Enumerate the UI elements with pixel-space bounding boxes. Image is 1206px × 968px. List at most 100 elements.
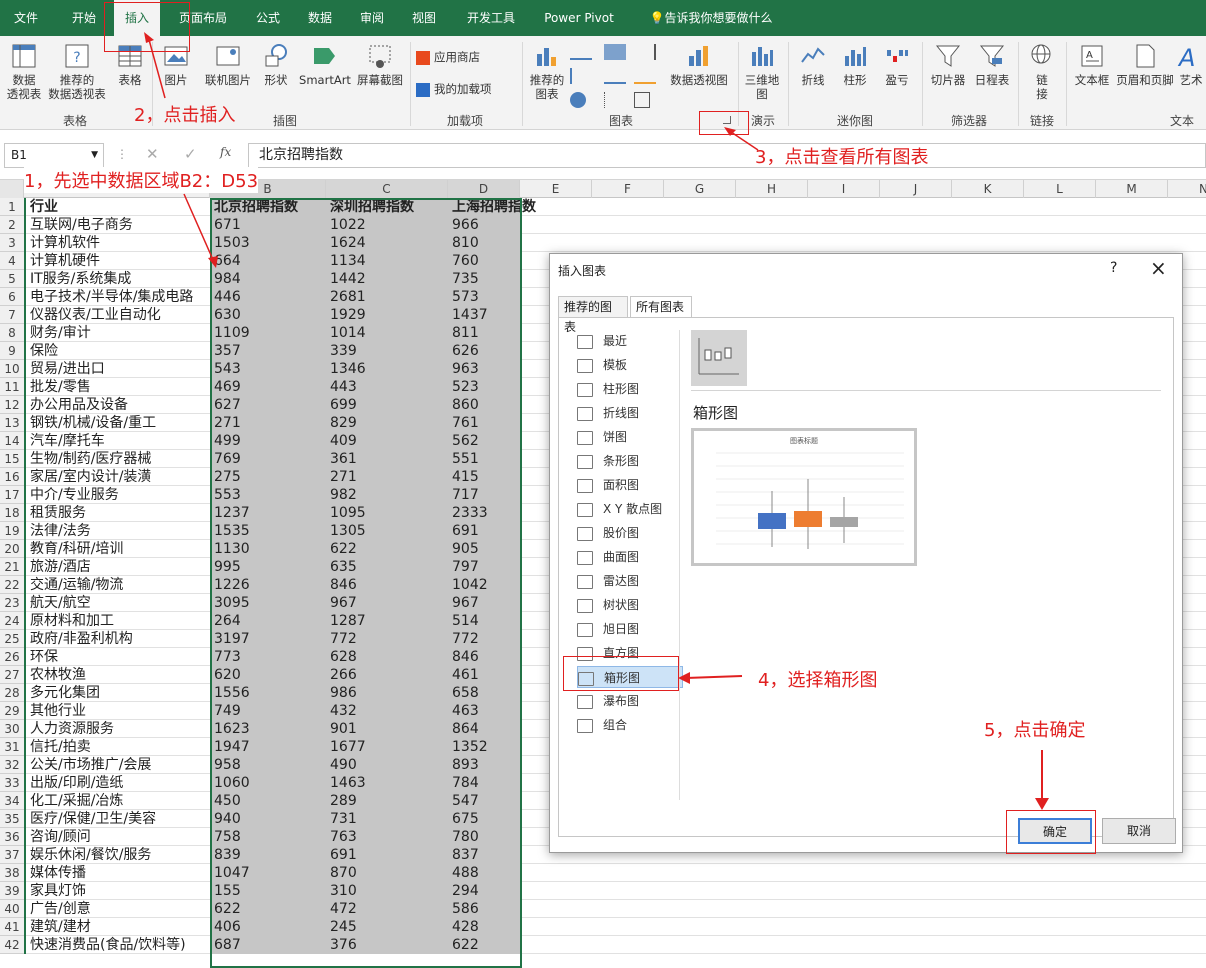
name-box[interactable]: B1 ▼ <box>4 143 104 168</box>
cell[interactable]: 664 <box>210 252 326 270</box>
row-number[interactable]: 20 <box>0 540 24 558</box>
cell[interactable]: 630 <box>210 306 326 324</box>
row-number[interactable]: 34 <box>0 792 24 810</box>
row-number[interactable]: 21 <box>0 558 24 576</box>
cell[interactable]: 办公用品及设备 <box>24 396 210 414</box>
cell[interactable]: 1287 <box>326 612 448 630</box>
row-number[interactable]: 10 <box>0 360 24 378</box>
cell[interactable]: 2333 <box>448 504 520 522</box>
cell[interactable]: 271 <box>210 414 326 432</box>
cell[interactable]: 627 <box>210 396 326 414</box>
row-number[interactable]: 30 <box>0 720 24 738</box>
cell[interactable]: 仪器仪表/工业自动化 <box>24 306 210 324</box>
cancel-icon[interactable]: ✕ <box>146 145 159 163</box>
row-number[interactable]: 40 <box>0 900 24 918</box>
cell[interactable]: 环保 <box>24 648 210 666</box>
scatter-chart-icon[interactable] <box>604 92 626 108</box>
radar-chart-icon[interactable] <box>634 92 650 108</box>
cell[interactable]: 快速消费品(食品/饮料等) <box>24 936 210 954</box>
row-number[interactable]: 31 <box>0 738 24 756</box>
cell[interactable]: 622 <box>326 540 448 558</box>
column-header-e[interactable]: E <box>520 180 592 198</box>
cell[interactable]: 760 <box>448 252 520 270</box>
cell[interactable]: 675 <box>448 810 520 828</box>
pie-chart-icon[interactable] <box>570 92 586 108</box>
column-header-i[interactable]: I <box>808 180 880 198</box>
cell[interactable]: 信托/拍卖 <box>24 738 210 756</box>
cell[interactable]: 1305 <box>326 522 448 540</box>
wordart-button[interactable]: A 艺术 <box>1176 42 1206 87</box>
cell[interactable]: 620 <box>210 666 326 684</box>
cell[interactable]: 中介/专业服务 <box>24 486 210 504</box>
tab-recommended-charts[interactable]: 推荐的图表 <box>558 296 628 334</box>
cell[interactable]: 986 <box>326 684 448 702</box>
cell[interactable]: 155 <box>210 882 326 900</box>
cell[interactable]: 1929 <box>326 306 448 324</box>
cell[interactable]: 763 <box>326 828 448 846</box>
chart-type-surface[interactable]: 曲面图 <box>577 546 683 568</box>
cell[interactable]: 公关/市场推广/会展 <box>24 756 210 774</box>
cell[interactable]: 547 <box>448 792 520 810</box>
cell[interactable]: 2681 <box>326 288 448 306</box>
cell[interactable]: IT服务/系统集成 <box>24 270 210 288</box>
screenshot-button[interactable]: 屏幕截图 <box>354 42 406 87</box>
header-footer-button[interactable]: 页眉和页脚 <box>1114 42 1176 87</box>
cell[interactable]: 490 <box>326 756 448 774</box>
cell[interactable]: 860 <box>448 396 520 414</box>
row-number[interactable]: 15 <box>0 450 24 468</box>
cell[interactable]: 562 <box>448 432 520 450</box>
cell[interactable]: 658 <box>448 684 520 702</box>
cell[interactable]: 266 <box>326 666 448 684</box>
column-header-n[interactable]: N <box>1168 180 1206 198</box>
cell[interactable]: 多元化集团 <box>24 684 210 702</box>
row-number[interactable]: 19 <box>0 522 24 540</box>
cell[interactable]: 航天/航空 <box>24 594 210 612</box>
3d-map-button[interactable]: 三维地 图 <box>740 42 784 101</box>
row-number[interactable]: 26 <box>0 648 24 666</box>
cell[interactable]: 1624 <box>326 234 448 252</box>
cell[interactable]: 409 <box>326 432 448 450</box>
cell[interactable]: 758 <box>210 828 326 846</box>
cell[interactable]: 553 <box>210 486 326 504</box>
cell[interactable]: 1437 <box>448 306 520 324</box>
cell[interactable]: 1352 <box>448 738 520 756</box>
cell[interactable]: 837 <box>448 846 520 864</box>
cell[interactable]: 761 <box>448 414 520 432</box>
chart-type-line[interactable]: 折线图 <box>577 402 683 424</box>
cell[interactable]: 家具灯饰 <box>24 882 210 900</box>
cell[interactable]: 3095 <box>210 594 326 612</box>
cell[interactable]: 514 <box>448 612 520 630</box>
cell[interactable]: 622 <box>448 936 520 954</box>
cell[interactable]: 543 <box>210 360 326 378</box>
cell[interactable]: 691 <box>448 522 520 540</box>
chart-type-templates[interactable]: 模板 <box>577 354 683 376</box>
recommended-charts-button[interactable]: 推荐的 图表 <box>526 42 568 101</box>
chart-type-xy-scatter[interactable]: X Y 散点图 <box>577 498 683 520</box>
cell[interactable]: 982 <box>326 486 448 504</box>
cell[interactable]: 财务/审计 <box>24 324 210 342</box>
cell[interactable]: 1060 <box>210 774 326 792</box>
row-number[interactable]: 8 <box>0 324 24 342</box>
cell[interactable]: 人力资源服务 <box>24 720 210 738</box>
cell[interactable]: 275 <box>210 468 326 486</box>
cell[interactable]: 967 <box>326 594 448 612</box>
cell[interactable]: 政府/非盈利机构 <box>24 630 210 648</box>
cell[interactable]: 1677 <box>326 738 448 756</box>
row-number[interactable]: 12 <box>0 396 24 414</box>
column-header-m[interactable]: M <box>1096 180 1168 198</box>
tab-developer[interactable]: 开发工具 <box>456 0 526 36</box>
hierarchy-chart-icon[interactable] <box>604 44 626 60</box>
column-header-k[interactable]: K <box>952 180 1024 198</box>
tab-file[interactable]: 文件 <box>0 0 52 36</box>
row-number[interactable]: 4 <box>0 252 24 270</box>
row-number[interactable]: 37 <box>0 846 24 864</box>
cell[interactable]: 245 <box>326 918 448 936</box>
cell[interactable]: 472 <box>326 900 448 918</box>
textbox-button[interactable]: A 文本框 <box>1070 42 1114 87</box>
cell[interactable]: 450 <box>210 792 326 810</box>
cell[interactable]: 1947 <box>210 738 326 756</box>
cell[interactable]: 原材料和加工 <box>24 612 210 630</box>
column-header-l[interactable]: L <box>1024 180 1096 198</box>
cell[interactable]: 967 <box>448 594 520 612</box>
cell[interactable]: 864 <box>448 720 520 738</box>
